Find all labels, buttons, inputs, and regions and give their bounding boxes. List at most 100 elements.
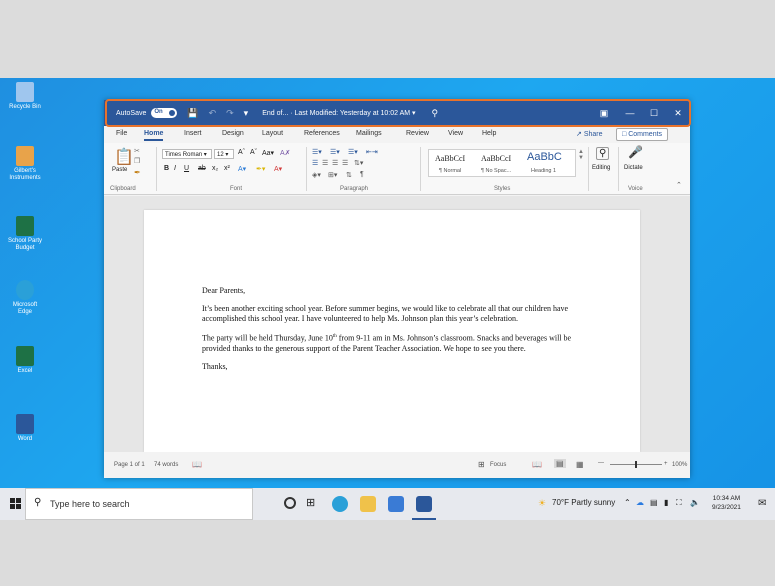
underline-button[interactable]: U: [184, 165, 189, 172]
show-formatting-icon[interactable]: ¶: [360, 171, 364, 178]
tab-help[interactable]: Help: [482, 130, 496, 137]
read-mode-icon[interactable]: 📖: [532, 460, 542, 469]
style-no-spacing-preview[interactable]: AaBbCcI: [481, 154, 511, 163]
tab-view[interactable]: View: [448, 130, 463, 137]
desktop-icon-excel[interactable]: Excel: [6, 346, 44, 375]
cut-icon[interactable]: ✂: [134, 147, 140, 155]
strikethrough-button[interactable]: ab: [198, 165, 206, 172]
tab-file[interactable]: File: [116, 130, 127, 137]
desktop-icon-word[interactable]: Word: [6, 414, 44, 443]
zoom-thumb[interactable]: [635, 461, 637, 468]
justify-icon[interactable]: ☰: [342, 159, 348, 167]
comments-button[interactable]: □ Comments: [616, 128, 669, 141]
font-size-select[interactable]: 12 ▾: [214, 149, 234, 159]
volume-icon[interactable]: 🔈: [690, 498, 700, 507]
weather-icon[interactable]: ☀: [538, 498, 546, 509]
font-name-select[interactable]: Times Roman ▾: [162, 149, 212, 159]
tab-review[interactable]: Review: [406, 130, 429, 137]
grow-font-icon[interactable]: Aˆ: [238, 149, 245, 156]
document-page[interactable]: Dear Parents, It’s been another exciting…: [144, 210, 640, 452]
find-icon[interactable]: ⚲: [596, 147, 610, 160]
print-layout-icon[interactable]: ▤: [554, 459, 566, 468]
onedrive-icon[interactable]: ☁: [636, 498, 644, 507]
taskbar-search[interactable]: ⚲ Type here to search: [25, 488, 253, 520]
desktop-icon-gilberts-instruments[interactable]: Gilbert's Instruments: [6, 146, 44, 182]
superscript-button[interactable]: x²: [224, 165, 230, 172]
highlight-icon[interactable]: ✒▾: [256, 165, 265, 173]
styles-gallery[interactable]: AaBbCcI ¶ Normal AaBbCcI ¶ No Spac... Aa…: [428, 149, 576, 177]
editing-button[interactable]: Editing: [592, 165, 610, 171]
tab-mailings[interactable]: Mailings: [356, 130, 382, 137]
edge-icon[interactable]: [332, 496, 348, 512]
battery-icon[interactable]: ▮: [664, 498, 668, 507]
italic-button[interactable]: I: [174, 165, 176, 172]
copy-icon[interactable]: ❐: [134, 157, 140, 165]
line-spacing-icon[interactable]: ⇅▾: [354, 159, 363, 167]
notifications-icon[interactable]: ✉: [758, 498, 766, 509]
numbering-icon[interactable]: ☰▾: [330, 148, 340, 156]
desktop-icon-microsoft-edge[interactable]: Microsoft Edge: [6, 280, 44, 316]
desktop-icon-school-party-budget[interactable]: School Party Budget: [6, 216, 44, 252]
word-count[interactable]: 74 words: [154, 462, 178, 468]
borders-icon[interactable]: ⊞▾: [328, 171, 337, 179]
focus-icon[interactable]: ⊞: [478, 460, 485, 469]
weather-text[interactable]: 70°F Partly sunny: [552, 498, 615, 507]
wifi-icon[interactable]: ⛶: [676, 498, 682, 508]
clear-formatting-icon[interactable]: A✗: [280, 149, 291, 157]
tab-home[interactable]: Home: [144, 130, 164, 141]
paste-icon[interactable]: 📋: [114, 147, 134, 167]
paste-button[interactable]: Paste: [112, 167, 127, 173]
sort-icon[interactable]: ⇅: [346, 171, 352, 179]
comments-label: Comments: [628, 131, 663, 138]
search-placeholder: Type here to search: [50, 499, 130, 509]
bold-button[interactable]: B: [164, 165, 169, 172]
proofing-icon[interactable]: 📖: [192, 460, 202, 469]
dictate-button[interactable]: Dictate: [624, 165, 643, 171]
shrink-font-icon[interactable]: Aˇ: [250, 149, 257, 156]
windows-start-icon[interactable]: [10, 498, 22, 510]
paragraph-2-part-a: The party will be held Thursday, June 10: [202, 333, 333, 343]
tab-references[interactable]: References: [304, 130, 340, 137]
desktop-icon-recycle-bin[interactable]: Recycle Bin: [6, 82, 44, 111]
style-normal-preview[interactable]: AaBbCcI: [435, 154, 465, 163]
format-painter-icon[interactable]: ✒: [134, 168, 141, 177]
share-button[interactable]: ↗ Share: [572, 128, 607, 141]
change-case-icon[interactable]: Aa▾: [262, 149, 274, 157]
zoom-level[interactable]: 100%: [672, 462, 687, 468]
letterbox-top: [0, 0, 775, 78]
bullets-icon[interactable]: ☰▾: [312, 148, 322, 156]
document-body[interactable]: Dear Parents, It’s been another exciting…: [202, 286, 587, 380]
focus-button[interactable]: Focus: [490, 462, 506, 468]
tab-design[interactable]: Design: [222, 130, 244, 137]
mail-icon[interactable]: [388, 496, 404, 512]
font-color-icon[interactable]: A▾: [274, 165, 282, 173]
styles-scroll-icon[interactable]: ▲ ▼: [578, 149, 584, 161]
zoom-in-button[interactable]: +: [664, 461, 668, 467]
microphone-icon[interactable]: 🎤: [628, 145, 643, 159]
task-view-icon[interactable]: ⊞: [306, 496, 315, 509]
shading-icon[interactable]: ◈▾: [312, 171, 321, 179]
collapse-ribbon-icon[interactable]: ⌃: [676, 181, 682, 189]
tab-layout[interactable]: Layout: [262, 130, 283, 137]
word-taskbar-icon[interactable]: [416, 496, 432, 512]
web-layout-icon[interactable]: ▦: [576, 460, 584, 469]
align-left-icon[interactable]: ☰: [312, 159, 318, 167]
style-heading1-preview[interactable]: AaBbC: [527, 151, 562, 163]
file-explorer-icon[interactable]: [360, 496, 376, 512]
cortana-icon[interactable]: [284, 497, 296, 509]
clock[interactable]: 10:34 AM 9/23/2021: [712, 494, 741, 512]
indent-icon[interactable]: ⇤⇥: [366, 148, 378, 156]
network-icon[interactable]: ▤: [650, 498, 658, 507]
text-effects-icon[interactable]: A▾: [238, 165, 246, 173]
letterbox-bottom: [0, 520, 775, 586]
chevron-up-icon[interactable]: ⌃: [624, 498, 631, 507]
paragraph-1: It’s been another exciting school year. …: [202, 304, 569, 323]
page-count[interactable]: Page 1 of 1: [114, 462, 145, 468]
subscript-button[interactable]: x₂: [212, 165, 218, 172]
tab-insert[interactable]: Insert: [184, 130, 202, 137]
multilevel-list-icon[interactable]: ☰▾: [348, 148, 358, 156]
zoom-slider[interactable]: [610, 461, 662, 468]
align-center-icon[interactable]: ☰: [322, 159, 328, 167]
zoom-out-button[interactable]: —: [598, 460, 604, 466]
align-right-icon[interactable]: ☰: [332, 159, 338, 167]
